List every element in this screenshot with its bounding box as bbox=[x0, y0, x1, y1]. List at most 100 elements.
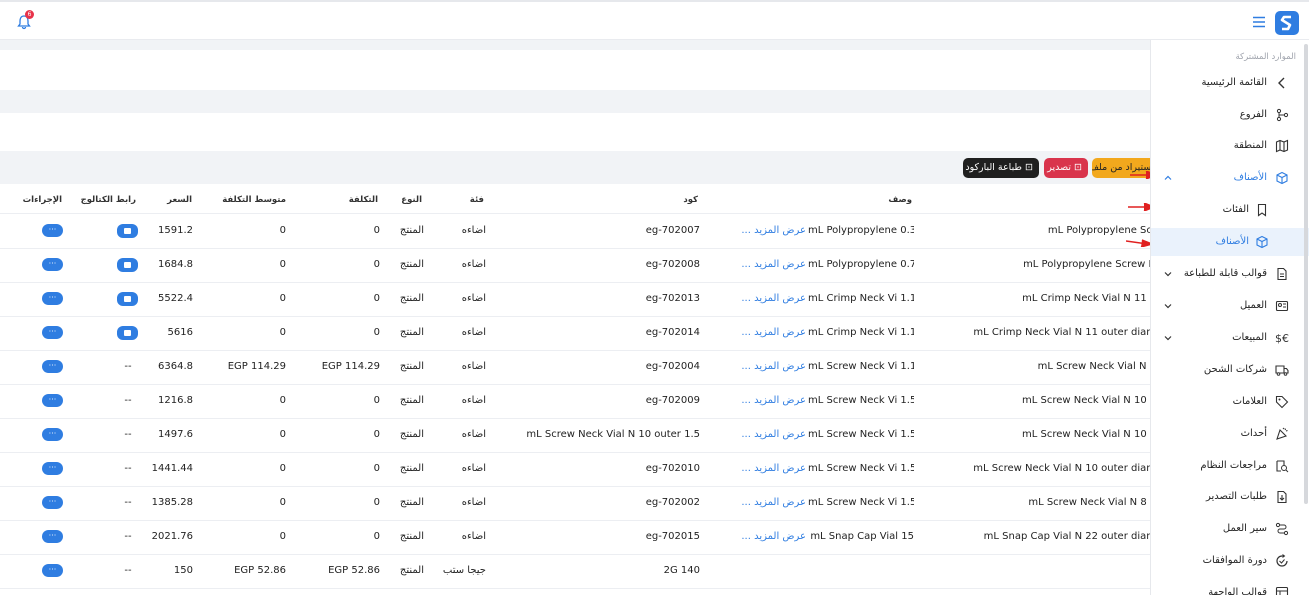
item-avg-cost: EGP 52.86 bbox=[234, 565, 286, 576]
row-actions-button[interactable]: ··· bbox=[42, 394, 63, 407]
sidebar-item-label: الفئات bbox=[1222, 204, 1249, 215]
column-header-description[interactable]: وصف bbox=[872, 195, 912, 205]
item-avg-cost: 0 bbox=[279, 225, 286, 236]
sidebar-item-13[interactable]: طلبات التصدير bbox=[1151, 483, 1309, 511]
sidebar-item-7[interactable]: العميل bbox=[1151, 292, 1309, 320]
column-header-price[interactable]: السعر bbox=[150, 195, 192, 205]
sidebar-item-3[interactable]: الأصناف bbox=[1151, 164, 1309, 192]
catalog-link-icon[interactable] bbox=[117, 258, 138, 272]
export-button[interactable]: ⊡ تصدير bbox=[1044, 158, 1088, 178]
row-actions-button[interactable]: ··· bbox=[42, 496, 63, 509]
sidebar-item-0[interactable]: القائمة الرئيسية bbox=[1151, 69, 1309, 97]
item-type: المنتج bbox=[399, 259, 424, 270]
show-more-link[interactable]: ... عرض المزيد bbox=[740, 361, 806, 372]
row-actions-button[interactable]: ··· bbox=[42, 462, 63, 475]
notification-bell-icon[interactable]: 6 bbox=[16, 10, 34, 30]
sidebar: الموارد المشتركة القائمة الرئيسية الفروع ا… bbox=[1150, 40, 1309, 595]
table-row[interactable]: mL Screw Neck Vial N 10 o mL Screw Neck V… bbox=[0, 385, 1160, 419]
row-actions-button[interactable]: ··· bbox=[42, 292, 63, 305]
column-header-avg-cost[interactable]: متوسط التكلفة bbox=[206, 195, 286, 205]
sidebar-item-4[interactable]: الفئات bbox=[1151, 196, 1309, 224]
table-row[interactable]: mL Polypropylene Scr mL Polypropylene 0.3… bbox=[0, 215, 1160, 249]
chevron-down-icon[interactable] bbox=[1164, 334, 1172, 342]
item-description: mL Screw Neck Vi 1.5 bbox=[808, 395, 914, 406]
table-row[interactable]: mL Screw Neck Vial N 9 mL Screw Neck Vi 1… bbox=[0, 351, 1160, 385]
print-barcode-label: طباعة الباركود bbox=[965, 162, 1022, 173]
table-row[interactable]: mL Screw Neck Vial N 8 o mL Screw Neck Vi… bbox=[0, 487, 1160, 521]
menu-toggle-icon[interactable] bbox=[1252, 16, 1266, 28]
catalog-link-icon[interactable] bbox=[117, 326, 138, 340]
item-cost: 0 bbox=[373, 497, 380, 508]
sidebar-item-label: قوالب الواجهة bbox=[1208, 587, 1267, 595]
item-cost: 0 bbox=[373, 429, 380, 440]
sidebar-item-2[interactable]: المنطقة bbox=[1151, 132, 1309, 160]
notification-count-badge: 6 bbox=[25, 10, 34, 19]
table-row[interactable]: mL Crimp Neck Vial N 11 outer diam mL Cri… bbox=[0, 317, 1160, 351]
sidebar-item-12[interactable]: مراجعات النظام bbox=[1151, 452, 1309, 480]
row-actions-button[interactable]: ··· bbox=[42, 428, 63, 441]
barcode-icon: ⊡ bbox=[1025, 162, 1033, 173]
sidebar-scrollbar[interactable] bbox=[1304, 44, 1308, 504]
table-row[interactable]: mL Crimp Neck Vial N 11 o mL Crimp Neck V… bbox=[0, 283, 1160, 317]
column-header-code[interactable]: كود bbox=[662, 195, 698, 205]
table-row[interactable]: mL Polypropylene Screw N mL Polypropylene… bbox=[0, 249, 1160, 283]
show-more-link[interactable]: ... عرض المزيد bbox=[740, 259, 806, 270]
show-more-link[interactable]: ... عرض المزيد bbox=[740, 293, 806, 304]
show-more-link[interactable]: ... عرض المزيد bbox=[740, 225, 806, 236]
table-row[interactable]: mL Screw Neck Vial N 10 o mL Screw Neck V… bbox=[0, 419, 1160, 453]
item-code: eg-702009 bbox=[645, 395, 700, 406]
branch-icon bbox=[1276, 108, 1289, 122]
item-type: المنتج bbox=[399, 225, 424, 236]
sidebar-item-8[interactable]: $€ المبيعات bbox=[1151, 324, 1309, 352]
row-actions-button[interactable]: ··· bbox=[42, 564, 63, 577]
table-row[interactable]: mL Snap Cap Vial N 22 outer diam mL Snap … bbox=[0, 521, 1160, 555]
sidebar-item-11[interactable]: أحداث bbox=[1151, 420, 1309, 448]
show-more-link[interactable]: ... عرض المزيد bbox=[740, 531, 806, 542]
sidebar-item-9[interactable]: شركات الشحن bbox=[1151, 356, 1309, 384]
chevron-down-icon[interactable] bbox=[1164, 270, 1172, 278]
sidebar-item-16[interactable]: قوالب الواجهة bbox=[1151, 579, 1309, 595]
item-cost: 0 bbox=[373, 531, 380, 542]
export-icon: ⊡ bbox=[1074, 162, 1082, 173]
sidebar-item-14[interactable]: سير العمل bbox=[1151, 515, 1309, 543]
row-actions-button[interactable]: ··· bbox=[42, 530, 63, 543]
show-more-link[interactable]: ... عرض المزيد bbox=[740, 463, 806, 474]
table-row[interactable]: 2G 140 جيجا ستب المنتج EGP 52.86 EGP 52.86 15… bbox=[0, 555, 1160, 589]
show-more-link[interactable]: ... عرض المزيد bbox=[740, 429, 806, 440]
sidebar-item-label: الأصناف bbox=[1215, 236, 1249, 247]
show-more-link[interactable]: ... عرض المزيد bbox=[740, 327, 806, 338]
show-more-link[interactable]: ... عرض المزيد bbox=[740, 497, 806, 508]
print-barcode-button[interactable]: ⊡ طباعة الباركود bbox=[963, 158, 1039, 178]
item-price: 5616 bbox=[167, 327, 193, 338]
item-avg-cost: 0 bbox=[279, 395, 286, 406]
item-avg-cost: 0 bbox=[279, 293, 286, 304]
column-header-category[interactable]: فئة bbox=[452, 195, 484, 205]
sidebar-item-label: العلامات bbox=[1232, 396, 1267, 407]
column-header-type[interactable]: النوع bbox=[378, 195, 422, 205]
row-actions-button[interactable]: ··· bbox=[42, 224, 63, 237]
sidebar-item-1[interactable]: الفروع bbox=[1151, 101, 1309, 129]
sidebar-item-5[interactable]: الأصناف bbox=[1151, 228, 1309, 256]
row-actions-button[interactable]: ··· bbox=[42, 326, 63, 339]
box-icon bbox=[1276, 171, 1288, 185]
sidebar-item-label: المبيعات bbox=[1232, 332, 1267, 343]
app-logo-icon[interactable] bbox=[1275, 11, 1299, 35]
table-header: وصف كود فئة النوع التكلفة متوسط التكلفة … bbox=[0, 184, 1160, 214]
row-actions-button[interactable]: ··· bbox=[42, 258, 63, 271]
chevron-down-icon[interactable] bbox=[1164, 302, 1172, 310]
sidebar-item-15[interactable]: دورة الموافقات bbox=[1151, 547, 1309, 575]
row-actions-button[interactable]: ··· bbox=[42, 360, 63, 373]
column-header-cost[interactable]: التكلفة bbox=[318, 195, 378, 205]
item-category: اضاءه bbox=[461, 225, 486, 236]
column-header-catalog-link[interactable]: رابط الكتالوج bbox=[76, 195, 136, 205]
catalog-link-icon[interactable] bbox=[117, 224, 138, 238]
catalog-link-icon[interactable] bbox=[117, 292, 138, 306]
table-row[interactable]: mL Screw Neck Vial N 10 outer diam mL Scr… bbox=[0, 453, 1160, 487]
sidebar-item-6[interactable]: قوالب قابلة للطباعة bbox=[1151, 260, 1309, 288]
chevron-up-icon[interactable] bbox=[1164, 174, 1172, 182]
items-table: وصف كود فئة النوع التكلفة متوسط التكلفة … bbox=[0, 184, 1160, 595]
sidebar-item-10[interactable]: العلامات bbox=[1151, 388, 1309, 416]
search-panel bbox=[0, 113, 1160, 151]
show-more-link[interactable]: ... عرض المزيد bbox=[740, 395, 806, 406]
sidebar-item-label: الفروع bbox=[1239, 109, 1267, 120]
